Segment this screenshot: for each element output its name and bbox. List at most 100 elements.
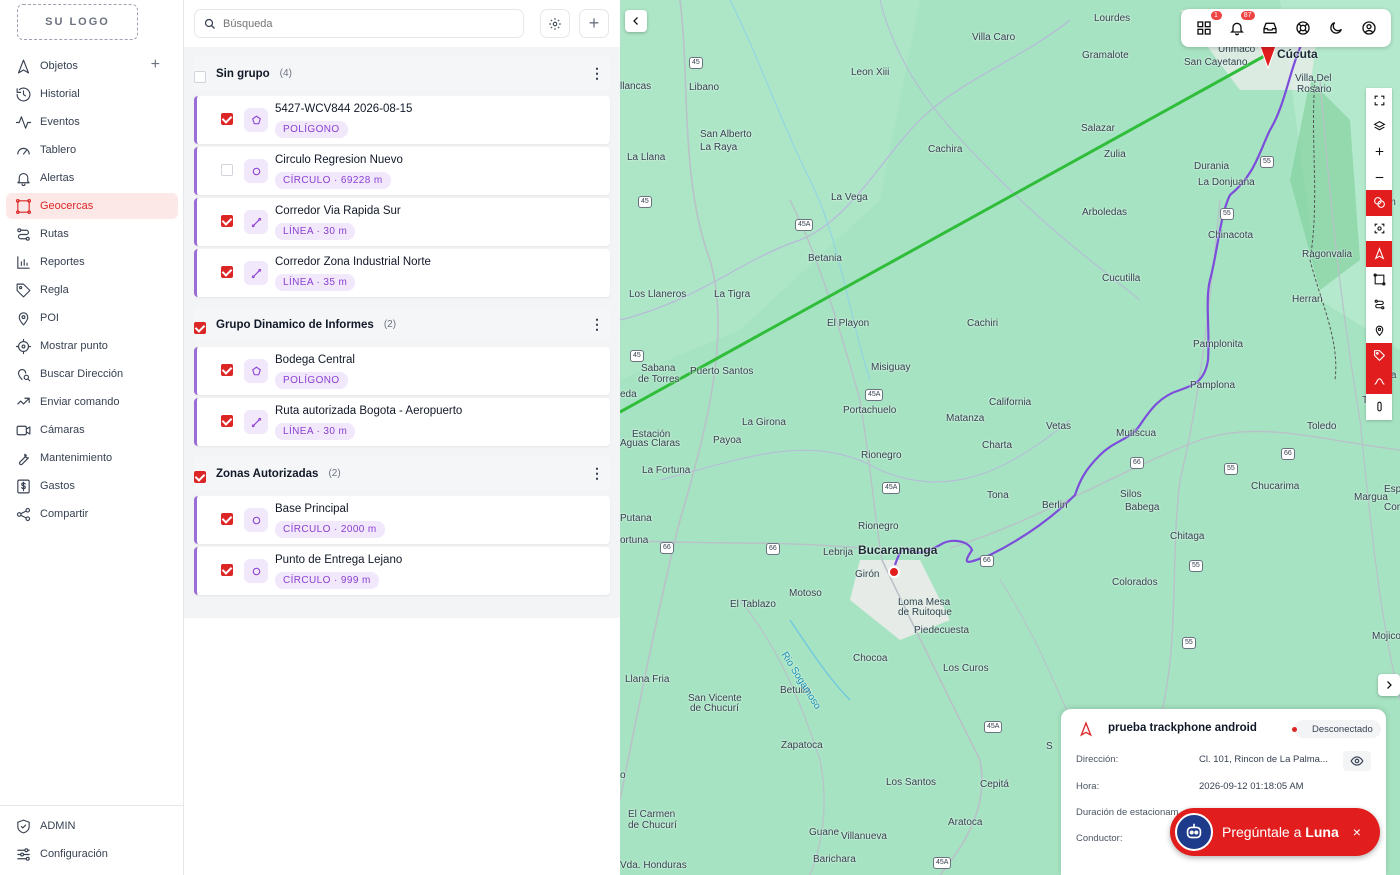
kebab-menu-icon[interactable]: ⋮	[590, 466, 604, 480]
settings-button[interactable]	[540, 9, 570, 38]
geofence-checkbox[interactable]	[221, 113, 233, 125]
geofence-item[interactable]: Base Principal CÍRCULO · 2000 m	[194, 496, 610, 544]
sidebar-item-label: Buscar Dirección	[40, 368, 124, 380]
sidebar-item-regla[interactable]: Regla	[6, 277, 178, 303]
sidebar-item-admin[interactable]: ADMIN	[6, 813, 178, 839]
group-count: (4)	[279, 68, 292, 79]
geofence-checkbox[interactable]	[221, 513, 233, 525]
geofence-checkbox[interactable]	[221, 164, 233, 176]
tags-toggle[interactable]	[1366, 343, 1392, 369]
sidebar-item-cámaras[interactable]: Cámaras	[6, 417, 178, 443]
sidebar-item-label: Historial	[40, 88, 80, 100]
place-label: Villa Caro	[972, 32, 1016, 43]
group-checkbox[interactable]	[194, 71, 206, 83]
geofence-item[interactable]: Ruta autorizada Bogota - Aeropuerto LÍNEA…	[194, 398, 610, 446]
logo-placeholder[interactable]: SU LOGO	[17, 4, 138, 40]
track-icon	[1373, 377, 1385, 385]
sidebar-item-poi[interactable]: POI	[6, 305, 178, 331]
navigation-icon	[1374, 247, 1384, 260]
view-address-button[interactable]	[1343, 751, 1371, 771]
sidebar-item-mantenimiento[interactable]: Mantenimiento	[6, 445, 178, 471]
sidebar-item-alertas[interactable]: Alertas	[6, 165, 178, 191]
sidebar-item-reportes[interactable]: Reportes	[6, 249, 178, 275]
geofence-name: Base Principal	[275, 503, 349, 515]
geofence-item[interactable]: Corredor Zona Industrial Norte LÍNEA · 35…	[194, 249, 610, 297]
ask-luna-button[interactable]: Pregúntale a Luna ×	[1170, 808, 1380, 856]
poi-toggle[interactable]	[1366, 318, 1392, 344]
kebab-menu-icon[interactable]: ⋮	[590, 66, 604, 80]
focus-button[interactable]	[1366, 216, 1392, 242]
place-label: Lourdes	[1094, 13, 1131, 24]
geofence-checkbox[interactable]	[221, 266, 233, 278]
geofence-checkbox[interactable]	[221, 364, 233, 376]
sidebar-item-compartir[interactable]: Compartir	[6, 501, 178, 527]
zoom-out-button[interactable]	[1366, 165, 1392, 191]
inbox-button[interactable]	[1260, 18, 1280, 38]
luna-name: Luna	[1305, 824, 1339, 840]
line-icon	[244, 261, 268, 285]
geofence-item[interactable]: 5427-WCV844 2026-08-15 POLÍGONO	[194, 96, 610, 144]
geofence-checkbox[interactable]	[221, 215, 233, 227]
tracks-toggle[interactable]	[1366, 368, 1392, 394]
dark-mode-button[interactable]	[1326, 18, 1346, 38]
add-object-icon[interactable]: +	[151, 57, 160, 73]
camera-icon	[16, 425, 31, 435]
support-button[interactable]	[1293, 18, 1313, 38]
routes-toggle[interactable]	[1366, 292, 1392, 318]
sidebar-item-tablero[interactable]: Tablero	[6, 137, 178, 163]
place-label: La Girona	[742, 417, 786, 428]
expand-right-button[interactable]	[1378, 674, 1400, 696]
shapes-toggle[interactable]	[1366, 267, 1392, 293]
sidebar-item-historial[interactable]: Historial	[6, 81, 178, 107]
sidebar-item-gastos[interactable]: Gastos	[6, 473, 178, 499]
kebab-menu-icon[interactable]: ⋮	[590, 317, 604, 331]
sidebar-item-mostrar-punto[interactable]: Mostrar punto	[6, 333, 178, 359]
zoom-in-button[interactable]	[1366, 139, 1392, 165]
map-pin-icon	[1375, 325, 1383, 336]
geofence-item[interactable]: Punto de Entrega Lejano CÍRCULO · 999 m	[194, 547, 610, 595]
sidebar-item-configuración[interactable]: Configuración	[6, 841, 178, 867]
group-checkbox[interactable]	[194, 322, 206, 334]
clip-button[interactable]	[1366, 394, 1392, 420]
peek-label: S	[1046, 741, 1053, 752]
place-label: La Llana	[627, 152, 666, 163]
place-label: Los Santos	[886, 777, 937, 788]
group-header[interactable]: Zonas Autorizadas (2) ⋮	[194, 457, 610, 490]
sidebar: SU LOGO Objetos + Historial Eventos Tablero A…	[0, 0, 184, 875]
group-header[interactable]: Sin grupo (4) ⋮	[194, 57, 610, 90]
geofence-item[interactable]: Bodega Central POLÍGONO	[194, 347, 610, 395]
apps-button[interactable]: 1	[1194, 11, 1222, 38]
notifications-button[interactable]: 87	[1227, 11, 1255, 38]
place-label: El Tablazo	[730, 599, 776, 610]
group-checkbox[interactable]	[194, 471, 206, 483]
sidebar-item-buscar-dirección[interactable]: Buscar Dirección	[6, 361, 178, 387]
profile-button[interactable]	[1359, 18, 1379, 38]
road-shield: 45	[630, 350, 644, 362]
objects-toggle[interactable]	[1366, 241, 1392, 267]
search-input[interactable]	[223, 17, 503, 30]
sidebar-item-objetos[interactable]: Objetos +	[6, 53, 178, 79]
place-label: Los Curos	[943, 663, 989, 674]
geofence-checkbox[interactable]	[221, 564, 233, 576]
apps-badge: 1	[1210, 11, 1222, 20]
group-header[interactable]: Grupo Dinamico de Informes (2) ⋮	[194, 308, 610, 341]
sidebar-item-rutas[interactable]: Rutas	[6, 221, 178, 247]
close-icon[interactable]: ×	[1353, 824, 1361, 840]
layers-button[interactable]	[1366, 114, 1392, 140]
geofence-toggle[interactable]	[1366, 190, 1392, 216]
map-view[interactable]: Lourdes Villa Caro Gramalote Urimaco San Cay…	[620, 0, 1400, 875]
geofence-item[interactable]: Circulo Regresion Nuevo CÍRCULO · 69228 m	[194, 147, 610, 195]
add-geofence-button[interactable]: +	[579, 9, 609, 38]
geofence-name: Punto de Entrega Lejano	[275, 554, 403, 566]
geofence-item[interactable]: Corredor Via Rapida Sur LÍNEA · 30 m	[194, 198, 610, 246]
circle-icon	[244, 159, 268, 183]
sidebar-item-eventos[interactable]: Eventos	[6, 109, 178, 135]
collapse-panel-button[interactable]	[625, 10, 647, 32]
sidebar-item-enviar-comando[interactable]: Enviar comando	[6, 389, 178, 415]
geofence-name: Bodega Central	[275, 354, 355, 366]
geofence-checkbox[interactable]	[221, 415, 233, 427]
fullscreen-button[interactable]	[1366, 88, 1392, 114]
sidebar-item-geocercas[interactable]: Geocercas	[6, 193, 178, 219]
polygon-icon	[244, 359, 268, 383]
search-box[interactable]	[194, 9, 524, 38]
